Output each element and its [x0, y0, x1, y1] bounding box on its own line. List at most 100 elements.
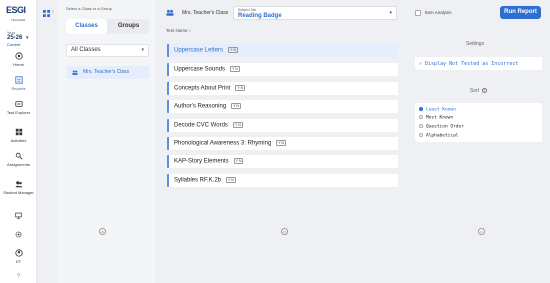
item-analysis-label: Item Analysis [425, 10, 452, 15]
test-row[interactable]: Uppercase Sounds Y N [167, 63, 398, 76]
sort-option-most-known[interactable]: Most Known [419, 115, 453, 123]
esgi-logo[interactable]: ESGI TEACHER [6, 5, 34, 22]
test-name: Author's Reasoning [174, 103, 227, 110]
display-not-tested-toggle[interactable]: ✓ Display Not Tested as Incorrect [419, 61, 518, 67]
sidebar-item-label: Student Manager [3, 190, 34, 195]
class-icon [72, 70, 78, 75]
test-row-label: Uppercase Sounds Y N [174, 66, 240, 73]
run-report-button[interactable]: Run Report [500, 6, 541, 19]
test-row[interactable]: Decode CVC Words Y N [167, 119, 398, 132]
year-selector[interactable]: Year 25-26 Current ▾ [7, 30, 33, 47]
sort-option-least-known[interactable]: Least Known [419, 107, 456, 115]
class-list-item[interactable]: Mrs. Teacher's Class [66, 66, 149, 79]
test-row[interactable]: Concepts About Print Y N [167, 82, 398, 95]
test-explorer-icon [14, 101, 23, 107]
chevron-down-icon: ▾ [389, 10, 392, 16]
assignments-icon [15, 152, 22, 160]
class-group-toggle: Classes Groups [66, 19, 149, 34]
yes-no-badge: Y N [233, 158, 244, 164]
class-list-item-label: Mrs. Teacher's Class [83, 69, 130, 75]
reports-icon [14, 76, 23, 84]
radio-icon [419, 115, 423, 119]
sidebar-item-label: Assignments [7, 162, 30, 167]
app-window: ESGI TEACHER Year 25-26 Current ▾ Home R… [0, 0, 550, 283]
test-name-header[interactable]: Test Name ↕ [166, 28, 191, 33]
test-row[interactable]: KAP-Story Elements Y N [167, 155, 398, 168]
callout-marker-b: b [281, 228, 288, 235]
student-manager-icon [14, 181, 23, 188]
sort-header-label: Sort [470, 88, 480, 94]
subject-tab-select[interactable]: Subject Tab Reading Badge ▾ [233, 6, 397, 20]
test-row-label: Uppercase Letters Y N [174, 47, 238, 54]
sort-option-label: Most Known [426, 115, 454, 121]
selected-class-name: Mrs. Teacher's Class [182, 10, 229, 16]
monitor-icon[interactable] [15, 212, 22, 219]
chevron-right-icon[interactable]: › [52, 9, 54, 15]
chevron-down-icon: ▾ [141, 47, 144, 53]
activities-icon [15, 128, 22, 136]
test-row[interactable]: Uppercase Letters Y N [167, 44, 398, 57]
user-menu[interactable]: ET [0, 249, 37, 264]
sort-option-label: Least Known [426, 107, 456, 113]
sidebar-item-activities[interactable]: Activities [0, 128, 37, 143]
sort-option-alphabetical[interactable]: Alphabetical [419, 133, 459, 141]
sidebar-item-label: Reports [11, 86, 26, 91]
tab-groups[interactable]: Groups [108, 19, 149, 34]
test-row-label: Phonological Awareness 3: Rhyming Y N [174, 140, 287, 147]
yes-no-badge: Y N [235, 85, 246, 91]
yes-no-badge: Y N [276, 140, 287, 146]
sidebar-item-reports[interactable]: Reports [0, 76, 37, 91]
test-row-label: Author's Reasoning Y N [174, 103, 241, 110]
subject-tab-value: Reading Badge [238, 13, 282, 19]
subject-tab-label: Subject Tab [238, 8, 257, 12]
test-row-label: KAP-Story Elements Y N [174, 158, 244, 165]
radio-icon [419, 133, 423, 137]
logo-text: ESGI [6, 5, 26, 15]
avatar-icon [14, 249, 23, 257]
sidebar-item-student-manager[interactable]: Student Manager [0, 180, 37, 195]
display-not-tested-label: Display Not Tested as Incorrect [425, 61, 519, 67]
sidebar-item-home[interactable]: Home [0, 52, 37, 67]
test-row[interactable]: Syllables RF.K.2b Y N [167, 174, 398, 187]
test-name: Syllables RF.K.2b [174, 177, 222, 184]
class-filter-select[interactable]: All Classes ▾ [66, 44, 149, 57]
help-icon[interactable]: ? [481, 88, 487, 93]
svg-text:?: ? [17, 274, 20, 279]
radio-icon [419, 107, 423, 111]
sort-arrow-icon: ↕ [188, 28, 191, 33]
test-name: Decode CVC Words [174, 122, 228, 129]
settings-header: Settings [466, 41, 485, 47]
sidebar-item-label: Test Explorer [6, 110, 31, 115]
test-name-header-label: Test Name [166, 28, 188, 33]
test-row-label: Syllables RF.K.2b Y N [174, 177, 236, 184]
gear-icon[interactable] [15, 231, 22, 238]
item-analysis-checkbox[interactable] [415, 10, 421, 16]
test-name: Concepts About Print [174, 85, 231, 92]
sort-option-label: Question Order [426, 124, 464, 130]
sidebar-item-assignments[interactable]: Assignments [0, 152, 37, 167]
help-icon[interactable]: ? [15, 272, 22, 279]
logo-subtext: TEACHER [11, 18, 26, 22]
grid-view-icon[interactable] [43, 10, 50, 17]
yes-no-badge: Y N [231, 103, 241, 109]
sidebar: ESGI TEACHER Year 25-26 Current ▾ Home R… [0, 0, 37, 283]
year-status: Current [7, 42, 21, 47]
yes-no-badge: Y N [230, 66, 240, 72]
callout-marker-a: a [99, 228, 106, 235]
class-picker-panel [58, 0, 155, 283]
test-row-label: Concepts About Print Y N [174, 85, 246, 92]
radio-icon [419, 124, 423, 128]
sort-options-card: Least Known Most Known Question Order Al… [415, 103, 542, 142]
test-row[interactable]: Phonological Awareness 3: Rhyming Y N [167, 137, 398, 150]
tab-classes[interactable]: Classes [66, 19, 107, 34]
user-initials: ET [15, 259, 22, 264]
sort-option-label: Alphabetical [426, 133, 459, 139]
sort-option-question-order[interactable]: Question Order [419, 124, 464, 132]
picker-label: Select a Class or a Group [66, 6, 112, 11]
class-icon [166, 9, 174, 16]
class-filter-value: All Classes [71, 47, 101, 53]
sidebar-item-test-explorer[interactable]: Test Explorer [0, 100, 37, 115]
chevron-down-icon: ▾ [26, 35, 29, 41]
callout-marker-c: c [478, 228, 485, 235]
test-row[interactable]: Author's Reasoning Y N [167, 100, 398, 113]
